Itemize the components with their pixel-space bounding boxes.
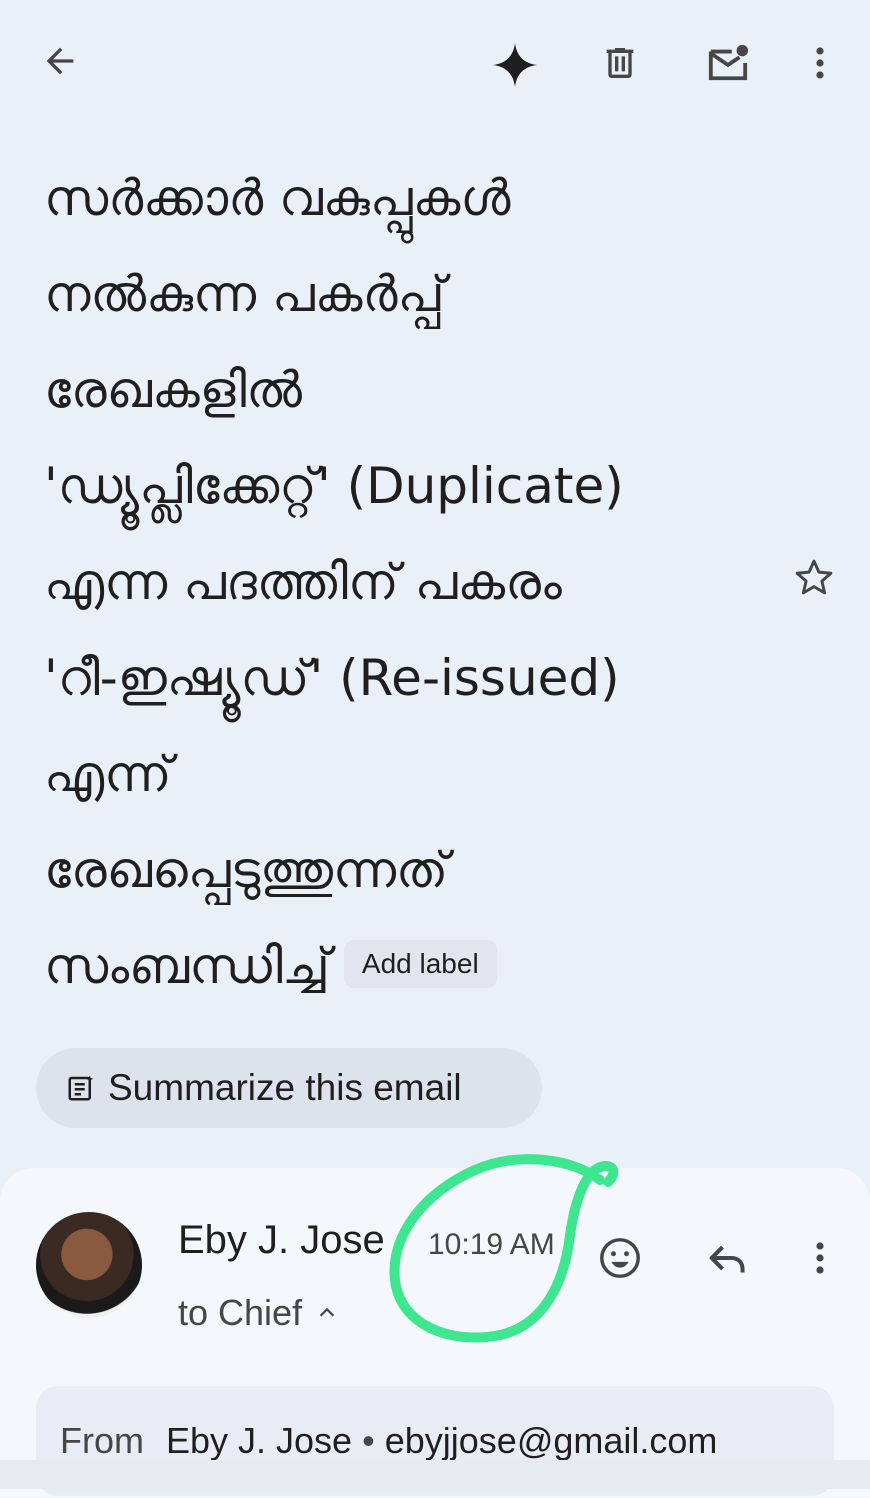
add-label-button[interactable]: Add label bbox=[343, 939, 497, 988]
subject-line: സംബന്ധിച്ച് bbox=[44, 937, 330, 995]
subject-line: രേഖപ്പെടുത്തുന്നത് bbox=[44, 841, 449, 899]
sparkle-icon[interactable] bbox=[487, 37, 543, 93]
more-vert-icon[interactable] bbox=[792, 35, 848, 91]
email-subject: സർക്കാർ വകുപ്പുകൾ നൽകുന്ന പകർപ്പ് രേഖകളി… bbox=[44, 150, 784, 1014]
subject-line: 'ഡ്യൂപ്ലിക്കേറ്റ്' (Duplicate) bbox=[44, 457, 624, 515]
bottom-edge bbox=[0, 1460, 870, 1489]
from-label: From bbox=[60, 1420, 144, 1461]
mail-unread-icon[interactable] bbox=[700, 35, 756, 91]
trash-icon[interactable] bbox=[592, 35, 648, 91]
message-time: 10:19 AM bbox=[428, 1228, 555, 1261]
separator-dot: • bbox=[362, 1420, 375, 1461]
summarize-label: Summarize this email bbox=[108, 1067, 462, 1108]
top-app-bar bbox=[0, 0, 870, 120]
star-outline-icon[interactable] bbox=[792, 556, 844, 608]
subject-line: എന്ന് bbox=[44, 745, 172, 803]
subject-line: എന്ന പദത്തിന് പകരം bbox=[44, 553, 562, 611]
back-arrow-icon[interactable] bbox=[32, 33, 88, 89]
recipients-toggle[interactable]: to Chief bbox=[178, 1292, 338, 1334]
reply-icon[interactable] bbox=[700, 1230, 756, 1286]
from-line: From Eby J. Jose • ebyjjose@gmail.com bbox=[60, 1420, 717, 1462]
summarize-email-button[interactable]: Summarize this email bbox=[36, 1048, 542, 1128]
sender-avatar[interactable] bbox=[36, 1212, 142, 1318]
summarize-icon bbox=[68, 1075, 94, 1101]
sender-name[interactable]: Eby J. Jose bbox=[178, 1218, 385, 1263]
subject-line-last: സംബന്ധിച്ച് Add label bbox=[44, 918, 784, 1014]
emoji-icon[interactable] bbox=[592, 1230, 648, 1286]
recipients-label: to Chief bbox=[178, 1292, 303, 1333]
chevron-up-icon bbox=[319, 1307, 335, 1317]
subject-line: നൽകുന്ന പകർപ്പ് bbox=[44, 265, 445, 323]
subject-line: സർക്കാർ വകുപ്പുകൾ bbox=[44, 169, 511, 227]
subject-line: 'റീ-ഇഷ്യൂഡ്' (Re-issued) bbox=[44, 649, 620, 707]
from-name: Eby J. Jose bbox=[166, 1420, 353, 1461]
more-vert-icon[interactable] bbox=[792, 1230, 848, 1286]
subject-line: രേഖകളിൽ bbox=[44, 361, 302, 419]
from-email[interactable]: ebyjjose@gmail.com bbox=[385, 1420, 718, 1461]
